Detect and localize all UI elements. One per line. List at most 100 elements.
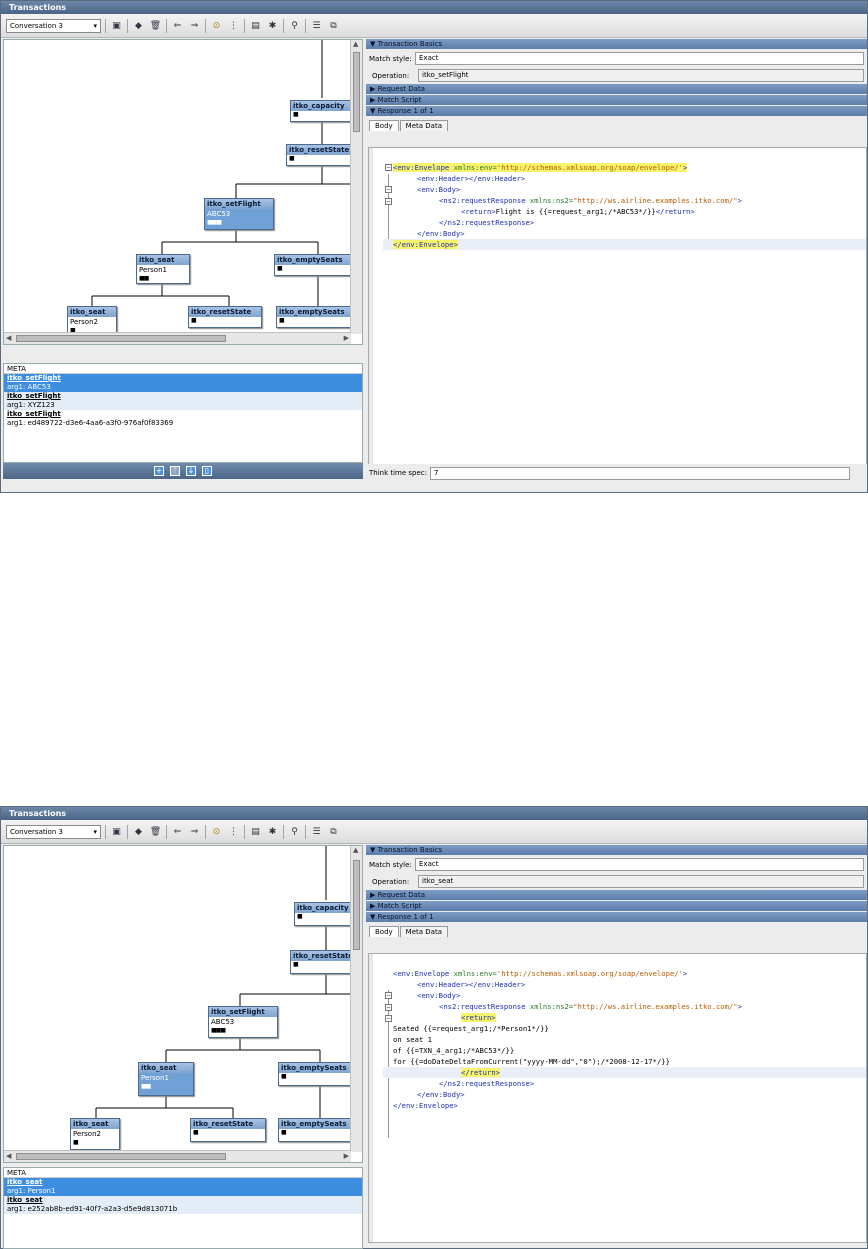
- tab-body[interactable]: Body: [369, 926, 399, 937]
- meta-item-arg: arg1: XYZ123: [7, 401, 55, 409]
- tab-body[interactable]: Body: [369, 120, 399, 131]
- back-arrow-icon[interactable]: ⇐: [171, 825, 184, 838]
- node-title: itko_capacity: [295, 903, 351, 913]
- section-response[interactable]: ▼ Response 1 of 1: [366, 912, 867, 922]
- add-node-icon[interactable]: ◆: [132, 825, 145, 838]
- save-icon[interactable]: ▣: [110, 825, 123, 838]
- scroll-thumb[interactable]: [16, 1153, 226, 1160]
- section-match-script[interactable]: ▶ Match Script: [366, 901, 867, 911]
- add-icon[interactable]: +: [154, 466, 164, 476]
- section-transaction-basics[interactable]: ▼ Transaction Basics: [366, 39, 867, 49]
- external-link-icon[interactable]: ⧉: [327, 825, 340, 838]
- conversation-value: Conversation 3: [10, 827, 63, 836]
- match-style-row: Match style: Exact: [366, 50, 867, 67]
- step-icon[interactable]: ⋮: [227, 19, 240, 32]
- section-match-script[interactable]: ▶ Match Script: [366, 95, 867, 105]
- response-body-editor[interactable]: − − − <env:Envelope xmlns:env='http://sc…: [368, 953, 867, 1243]
- graph-vertical-scrollbar[interactable]: ▲: [350, 40, 362, 334]
- search-icon[interactable]: ⚲: [288, 19, 301, 32]
- tab-meta-data[interactable]: Meta Data: [399, 926, 448, 937]
- scroll-left-icon[interactable]: ◀: [6, 334, 11, 342]
- code-line: Seated {{=request_arg1;/*Person1*/}}: [393, 1024, 549, 1033]
- section-request-data[interactable]: ▶ Request Data: [366, 890, 867, 900]
- node-emptyseats-2[interactable]: itko_emptySeats ■: [276, 306, 352, 328]
- step-icon[interactable]: ⋮: [227, 825, 240, 838]
- conversation-select[interactable]: Conversation 3 ▾: [6, 18, 101, 33]
- node-resetstate-top[interactable]: itko_resetState ■: [286, 144, 352, 166]
- node-resetstate-2[interactable]: itko_resetState ■: [190, 1118, 266, 1142]
- node-dots: ■: [279, 317, 285, 324]
- operation-field[interactable]: itko_setFlight: [418, 69, 864, 82]
- right-panel: ▼ Transaction Basics Match style: Exact …: [366, 39, 867, 482]
- node-capacity[interactable]: itko_capacity ■: [294, 902, 352, 926]
- conversation-select[interactable]: Conversation 3 ▾: [6, 824, 101, 839]
- meta-list-item[interactable]: itko_seat arg1: Person1: [4, 1178, 362, 1196]
- move-up-icon[interactable]: ↑: [170, 466, 180, 476]
- refresh-icon[interactable]: ⊙: [210, 825, 223, 838]
- node-setflight[interactable]: itko_setFlight ABC53 ■■■: [204, 198, 274, 230]
- document-icon[interactable]: ▤: [249, 19, 262, 32]
- conversation-value: Conversation 3: [10, 21, 63, 30]
- forward-arrow-icon[interactable]: ⇒: [188, 19, 201, 32]
- scroll-thumb[interactable]: [353, 860, 360, 950]
- document-icon[interactable]: ▤: [249, 825, 262, 838]
- scroll-up-icon[interactable]: ▲: [353, 40, 358, 48]
- meta-list-item[interactable]: itko_setFlight arg1: ABC53: [4, 374, 362, 392]
- search-icon[interactable]: ⚲: [288, 825, 301, 838]
- section-request-data[interactable]: ▶ Request Data: [366, 84, 867, 94]
- operation-field[interactable]: itko_seat: [418, 875, 864, 888]
- node-capacity[interactable]: itko_capacity ■: [290, 100, 352, 122]
- layout-icon[interactable]: ☰: [310, 825, 323, 838]
- forward-arrow-icon[interactable]: ⇒: [188, 825, 201, 838]
- add-node-icon[interactable]: ◆: [132, 19, 145, 32]
- node-dots: ■■■: [207, 219, 222, 226]
- node-emptyseats-1[interactable]: itko_emptySeats ■: [274, 254, 352, 276]
- scroll-thumb[interactable]: [353, 52, 360, 132]
- match-style-select[interactable]: Exact: [415, 858, 864, 871]
- editor-gutter: [369, 148, 373, 468]
- scroll-right-icon[interactable]: ▶: [344, 1152, 349, 1160]
- node-resetstate-2[interactable]: itko_resetState ■: [188, 306, 262, 328]
- node-resetstate-top[interactable]: itko_resetState ■: [290, 950, 352, 974]
- scroll-up-icon[interactable]: ▲: [353, 846, 358, 854]
- node-title: itko_resetState: [191, 1119, 265, 1129]
- node-title: itko_seat: [137, 255, 189, 265]
- tab-meta-data[interactable]: Meta Data: [399, 120, 448, 131]
- graph-horizontal-scrollbar[interactable]: ◀ ▶: [4, 332, 351, 344]
- layout-icon[interactable]: ☰: [310, 19, 323, 32]
- settings-icon[interactable]: ✱: [266, 19, 279, 32]
- response-body-editor[interactable]: − − − <env:Envelope xmlns:env='http://sc…: [368, 147, 867, 469]
- meta-list-item[interactable]: itko_setFlight arg1: XYZ123: [4, 392, 362, 410]
- node-title: itko_emptySeats: [277, 307, 351, 317]
- delete-icon[interactable]: 🗑: [149, 19, 162, 32]
- think-time-field[interactable]: 7: [430, 466, 851, 480]
- node-emptyseats-1[interactable]: itko_emptySeats ■: [278, 1062, 352, 1086]
- match-style-select[interactable]: Exact: [415, 52, 864, 65]
- scroll-left-icon[interactable]: ◀: [6, 1152, 11, 1160]
- scroll-right-icon[interactable]: ▶: [344, 334, 349, 342]
- section-transaction-basics[interactable]: ▼ Transaction Basics: [366, 845, 867, 855]
- save-icon[interactable]: ▣: [110, 19, 123, 32]
- node-emptyseats-2[interactable]: itko_emptySeats ■: [278, 1118, 352, 1142]
- node-seat-person1[interactable]: itko_seat Person1 ■■: [138, 1062, 194, 1096]
- scroll-thumb[interactable]: [16, 335, 226, 342]
- delete-icon[interactable]: ▯: [202, 466, 212, 476]
- external-link-icon[interactable]: ⧉: [327, 19, 340, 32]
- meta-list-item[interactable]: itko_setFlight arg1: ed489722-d3e6-4aa6-…: [4, 410, 362, 428]
- node-dots: ■: [191, 317, 197, 324]
- right-panel: ▼ Transaction Basics Match style: Exact …: [366, 845, 867, 1243]
- settings-icon[interactable]: ✱: [266, 825, 279, 838]
- node-seat-person2[interactable]: itko_seat Person2 ■: [70, 1118, 120, 1150]
- back-arrow-icon[interactable]: ⇐: [171, 19, 184, 32]
- move-down-icon[interactable]: ↓: [186, 466, 196, 476]
- node-title: itko_resetState: [291, 951, 351, 961]
- section-response[interactable]: ▼ Response 1 of 1: [366, 106, 867, 116]
- node-setflight[interactable]: itko_setFlight ABC53 ■■■: [208, 1006, 278, 1038]
- meta-list-item[interactable]: itko_seat arg1: e252ab8b-ed91-40f7-a2a3-…: [4, 1196, 362, 1214]
- graph-horizontal-scrollbar[interactable]: ◀ ▶: [4, 1150, 351, 1162]
- refresh-icon[interactable]: ⊙: [210, 19, 223, 32]
- node-title: itko_resetState: [189, 307, 261, 317]
- graph-vertical-scrollbar[interactable]: ▲: [350, 846, 362, 1152]
- delete-icon[interactable]: 🗑: [149, 825, 162, 838]
- node-seat-person1[interactable]: itko_seat Person1 ■■: [136, 254, 190, 284]
